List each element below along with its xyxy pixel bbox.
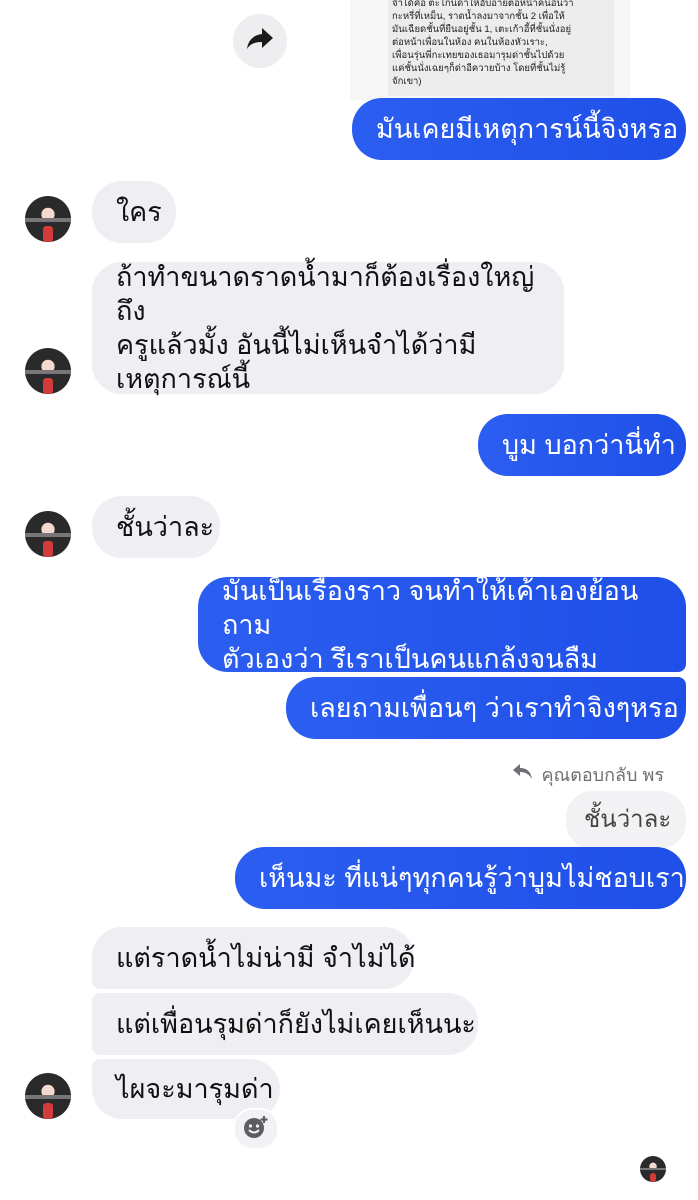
preview-line: มันเฉียดชั้นที่ยืนอยู่ชั้น 1, เตะเก้าอี้… bbox=[392, 24, 572, 35]
message-bubble-outgoing[interactable]: บูม บอกว่านี่ทำ bbox=[478, 414, 686, 476]
forwarded-image-preview[interactable]: จำได้คือ ตะโกนด่าให้อับอายต่อหน้าคนอื่นว… bbox=[350, 0, 630, 100]
avatar[interactable] bbox=[25, 348, 71, 394]
quoted-message[interactable]: ชั้นว่าละ bbox=[566, 791, 686, 849]
reply-label-text: คุณตอบกลับ พร bbox=[541, 765, 664, 785]
message-bubble-outgoing[interactable]: เห็นมะ ที่แน่ๆทุกคนรู้ว่าบูมไม่ชอบเรา bbox=[235, 847, 686, 909]
message-text: แต่ราดน้ำไม่น่ามี จำไม่ได้ bbox=[116, 943, 416, 973]
message-bubble-incoming[interactable]: แต่ราดน้ำไม่น่ามี จำไม่ได้ bbox=[92, 927, 416, 989]
message-line: ครูแล้วมั้ง อันนี้ไม่เห็นจำได้ว่ามี bbox=[116, 330, 477, 360]
message-line: มันเป็นเรื่องราว จนทำให้เค้าเองย้อนถาม bbox=[222, 575, 639, 640]
add-reaction-button[interactable] bbox=[233, 1108, 279, 1150]
message-text: เลยถามเพื่อนๆ ว่าเราทำจิงๆหรอ bbox=[310, 693, 679, 723]
add-reaction-icon bbox=[243, 1115, 269, 1144]
preview-line: จักเขา) bbox=[392, 76, 422, 87]
reply-context-label: คุณตอบกลับ พร bbox=[513, 760, 664, 789]
preview-line: กะหรี่ที่เหม็น, ราดน้ำลงมาจากชั้น 2 เพื่… bbox=[392, 11, 565, 22]
avatar[interactable] bbox=[25, 1073, 71, 1119]
preview-line: แค่ชั้นนั่งเฉยๆก็ด่าอีควายบ้าง โดยที่ชั้… bbox=[392, 63, 566, 74]
quoted-text: ชั้นว่าละ bbox=[584, 806, 672, 833]
message-line: เหตุการณ์นี้ bbox=[116, 364, 251, 394]
message-bubble-outgoing[interactable]: มันเคยมีเหตุการน์นี้จิงหรอ bbox=[352, 98, 686, 160]
message-text: แต่เพื่อนรุมด่าก็ยังไม่เคยเห็นนะ bbox=[116, 1009, 476, 1039]
preview-line: เพื่อนรุ่นพี่กะเทยของเธอมารุมด่าชั้นไปด้… bbox=[392, 50, 565, 61]
preview-line: จำได้คือ ตะโกนด่าให้อับอายต่อหน้าคนอื่นว… bbox=[392, 0, 574, 9]
message-text: มันเคยมีเหตุการน์นี้จิงหรอ bbox=[376, 114, 679, 144]
message-text: ชั้นว่าละ bbox=[116, 512, 215, 542]
message-line: ตัวเองว่า รึเราเป็นคนแกล้งจนลืม bbox=[222, 643, 598, 674]
message-line: ถ้าทำขนาดราดน้ำมาก็ต้องเรื่องใหญ่ถึง bbox=[116, 262, 535, 326]
message-bubble-outgoing[interactable]: มันเป็นเรื่องราว จนทำให้เค้าเองย้อนถาม ต… bbox=[198, 575, 686, 674]
message-text: ใคร bbox=[116, 197, 162, 227]
message-text: บูม บอกว่านี่ทำ bbox=[502, 430, 676, 460]
forward-share-icon bbox=[247, 27, 273, 55]
avatar[interactable] bbox=[25, 511, 71, 557]
forward-button[interactable] bbox=[233, 14, 287, 68]
message-bubble-incoming[interactable]: ใคร bbox=[92, 181, 176, 243]
avatar[interactable] bbox=[25, 196, 71, 242]
message-text: ไผจะมารุมด่า bbox=[116, 1074, 274, 1104]
message-bubble-incoming[interactable]: ชั้นว่าละ bbox=[92, 496, 220, 558]
message-bubble-incoming[interactable]: แต่เพื่อนรุมด่าก็ยังไม่เคยเห็นนะ bbox=[92, 993, 478, 1055]
forwarded-image-text: จำได้คือ ตะโกนด่าให้อับอายต่อหน้าคนอื่นว… bbox=[388, 0, 614, 96]
preview-line: ต่อหน้าเพื่อนในห้อง คนในห้องหัวเราะ, bbox=[392, 37, 548, 48]
message-bubble-incoming[interactable]: ถ้าทำขนาดราดน้ำมาก็ต้องเรื่องใหญ่ถึง ครู… bbox=[92, 262, 564, 394]
message-text: เห็นมะ ที่แน่ๆทุกคนรู้ว่าบูมไม่ชอบเรา bbox=[259, 863, 685, 893]
reply-arrow-icon bbox=[513, 764, 533, 785]
message-bubble-outgoing[interactable]: เลยถามเพื่อนๆ ว่าเราทำจิงๆหรอ bbox=[286, 677, 686, 739]
seen-receipt-avatar bbox=[640, 1156, 666, 1182]
